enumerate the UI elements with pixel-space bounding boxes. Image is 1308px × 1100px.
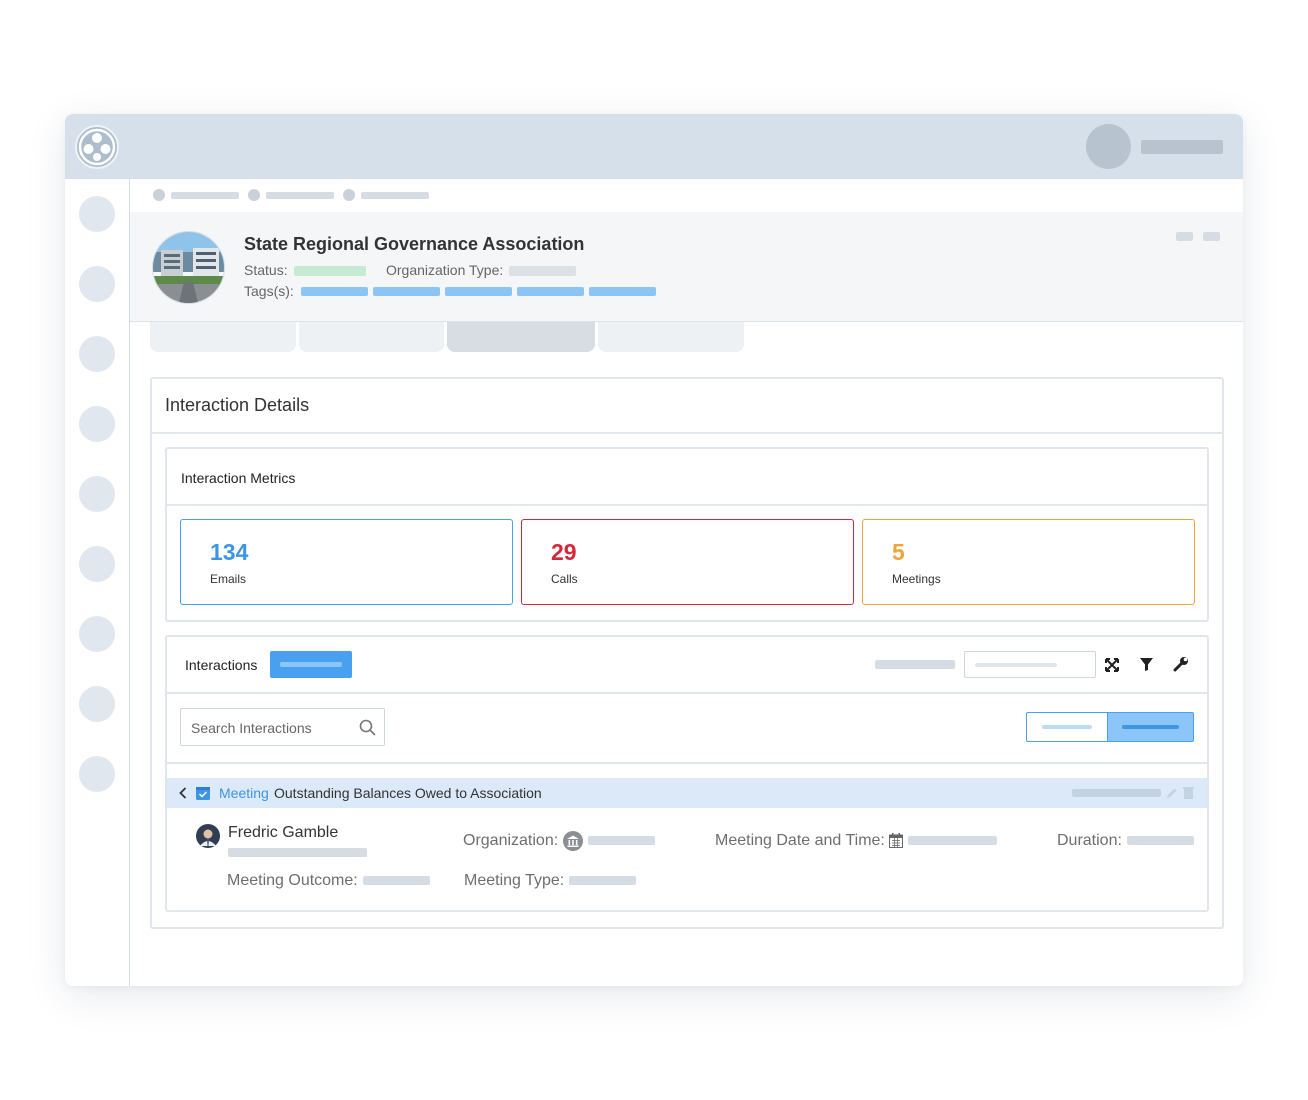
organization-header: State Regional Governance Association St… bbox=[130, 212, 1243, 322]
interaction-type[interactable]: Meeting bbox=[219, 785, 269, 801]
calls-count: 29 bbox=[551, 539, 577, 565]
tag-chip[interactable] bbox=[445, 287, 512, 296]
status-badge bbox=[294, 266, 366, 276]
sidebar-item-5[interactable] bbox=[79, 476, 115, 512]
user-name-placeholder[interactable] bbox=[1141, 140, 1223, 154]
toolbar-select[interactable] bbox=[964, 651, 1096, 678]
organization-field-label: Organization: bbox=[463, 832, 559, 849]
meeting-date-value bbox=[908, 836, 997, 845]
panel-title: Interaction Details bbox=[165, 395, 310, 415]
sidebar-item-7[interactable] bbox=[79, 616, 115, 652]
interaction-title[interactable]: Outstanding Balances Owed to Association bbox=[274, 785, 542, 801]
app-window: State Regional Governance Association St… bbox=[65, 114, 1243, 986]
tag-chip[interactable] bbox=[373, 287, 440, 296]
tag-chip[interactable] bbox=[301, 287, 368, 296]
tag-chip[interactable] bbox=[589, 287, 656, 296]
organization-field-value bbox=[588, 836, 655, 845]
search-input[interactable]: Search Interactions bbox=[180, 708, 385, 746]
organization-type-label: Organization Type: bbox=[386, 262, 504, 278]
interactions-panel: Interactions Search Interactions Meeting… bbox=[165, 635, 1209, 912]
search-icon[interactable] bbox=[359, 719, 376, 736]
emails-metric-card[interactable]: 134 Emails bbox=[180, 519, 513, 605]
organization-photo bbox=[152, 231, 225, 304]
row-meta-placeholder bbox=[1072, 789, 1161, 797]
divider bbox=[167, 762, 1207, 764]
breadcrumb-dot bbox=[153, 189, 165, 201]
organization-type-value bbox=[509, 266, 576, 276]
contact-subtitle-placeholder bbox=[228, 848, 367, 857]
view-toggle-option-1[interactable] bbox=[1026, 712, 1108, 742]
tab-2[interactable] bbox=[299, 322, 444, 352]
divider bbox=[167, 504, 1207, 506]
top-bar bbox=[65, 114, 1243, 179]
breadcrumb-dot bbox=[248, 189, 260, 201]
app-logo-icon[interactable] bbox=[75, 125, 119, 169]
header-action-button[interactable] bbox=[1176, 232, 1193, 241]
toolbar-label-placeholder bbox=[875, 660, 955, 669]
breadcrumb-item[interactable] bbox=[266, 192, 334, 199]
duration-value bbox=[1127, 836, 1194, 845]
calendar-icon bbox=[889, 833, 903, 848]
bank-icon bbox=[563, 831, 583, 851]
add-interaction-button[interactable] bbox=[270, 651, 352, 678]
interaction-row-header[interactable]: Meeting Outstanding Balances Owed to Ass… bbox=[167, 778, 1207, 808]
breadcrumb-item[interactable] bbox=[361, 192, 429, 199]
view-toggle-option-2[interactable] bbox=[1107, 712, 1194, 742]
sidebar-item-2[interactable] bbox=[79, 266, 115, 302]
sidebar-item-8[interactable] bbox=[79, 686, 115, 722]
sidebar-item-4[interactable] bbox=[79, 406, 115, 442]
sidebar bbox=[65, 179, 130, 986]
trash-icon[interactable] bbox=[1183, 787, 1194, 799]
contact-name[interactable]: Fredric Gamble bbox=[228, 824, 338, 842]
breadcrumb-item[interactable] bbox=[171, 192, 239, 199]
tag-chip[interactable] bbox=[517, 287, 584, 296]
emails-label: Emails bbox=[210, 572, 247, 586]
divider bbox=[152, 432, 1222, 434]
emails-count: 134 bbox=[210, 539, 249, 565]
calendar-icon bbox=[196, 787, 210, 800]
wrench-icon[interactable] bbox=[1173, 656, 1189, 672]
meetings-label: Meetings bbox=[892, 572, 941, 586]
sidebar-item-3[interactable] bbox=[79, 336, 115, 372]
search-placeholder: Search Interactions bbox=[191, 720, 312, 736]
organization-name: State Regional Governance Association bbox=[244, 234, 585, 254]
meeting-outcome-label: Meeting Outcome: bbox=[227, 872, 358, 889]
metrics-title: Interaction Metrics bbox=[181, 470, 296, 486]
collapse-icon[interactable] bbox=[1104, 657, 1120, 673]
status-label: Status: bbox=[244, 262, 288, 278]
tags-label: Tags(s): bbox=[244, 283, 294, 299]
interaction-metrics-panel: Interaction Metrics 134 Emails 29 Calls … bbox=[165, 447, 1209, 622]
chevron-left-icon[interactable] bbox=[179, 787, 187, 799]
meeting-type-value bbox=[569, 876, 636, 885]
meetings-count: 5 bbox=[892, 539, 905, 565]
duration-label: Duration: bbox=[1057, 832, 1122, 849]
sidebar-item-6[interactable] bbox=[79, 546, 115, 582]
meetings-metric-card[interactable]: 5 Meetings bbox=[862, 519, 1195, 605]
calls-label: Calls bbox=[551, 572, 578, 586]
calls-metric-card[interactable]: 29 Calls bbox=[521, 519, 854, 605]
meeting-date-label: Meeting Date and Time: bbox=[715, 832, 885, 849]
header-action-button[interactable] bbox=[1203, 232, 1220, 241]
breadcrumb bbox=[130, 179, 1243, 213]
meeting-outcome-value bbox=[363, 876, 430, 885]
interaction-details-panel: Interaction Details Interaction Metrics … bbox=[150, 377, 1224, 929]
interactions-title: Interactions bbox=[185, 657, 258, 673]
sidebar-item-9[interactable] bbox=[79, 756, 115, 792]
meeting-type-label: Meeting Type: bbox=[464, 872, 565, 889]
filter-icon[interactable] bbox=[1139, 657, 1154, 672]
pencil-icon[interactable] bbox=[1166, 787, 1178, 799]
sidebar-item-1[interactable] bbox=[79, 196, 115, 232]
tab-4[interactable] bbox=[598, 322, 744, 352]
divider bbox=[167, 692, 1207, 694]
tab-3-active[interactable] bbox=[447, 322, 595, 352]
tab-1[interactable] bbox=[150, 322, 296, 352]
contact-avatar[interactable] bbox=[196, 824, 220, 848]
breadcrumb-dot bbox=[343, 189, 355, 201]
user-avatar[interactable] bbox=[1086, 124, 1131, 169]
